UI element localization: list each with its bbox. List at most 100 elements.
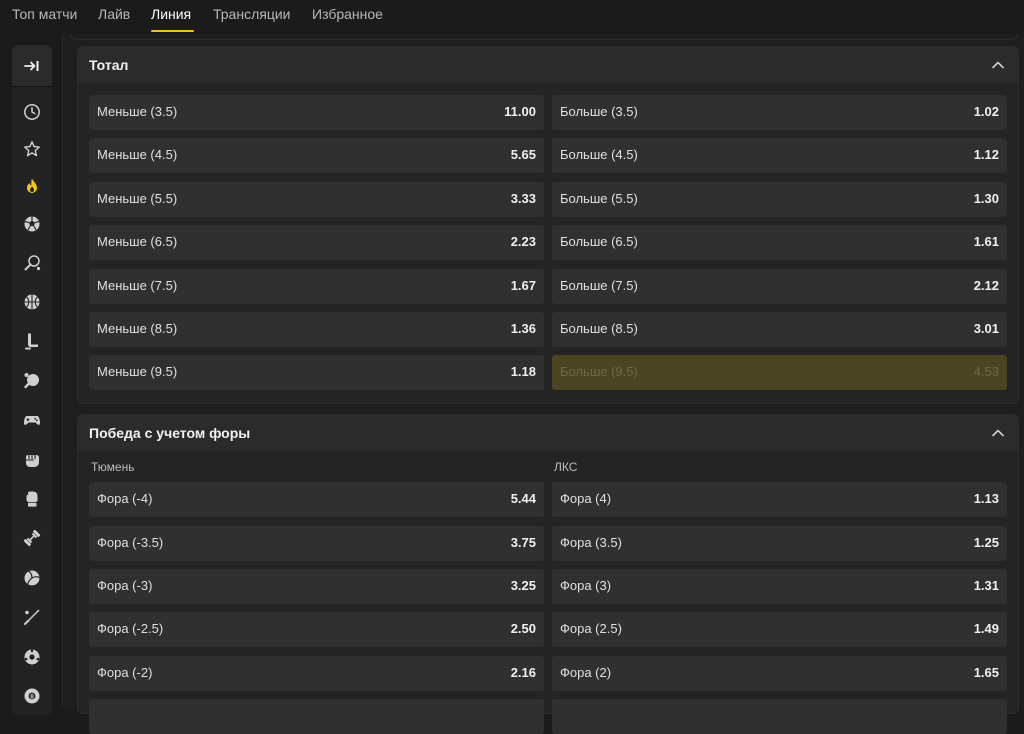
odd-label: Больше (3.5) [560,104,638,119]
odd-handicap-team1[interactable]: Фора (-2.5) 2.50 [89,612,544,647]
odd-value: 1.30 [973,191,999,206]
tab-favorites[interactable]: Избранное [312,6,383,22]
odd-label: Фора (-4) [97,491,153,506]
odd-label: Фора (3) [560,578,612,593]
odd-label: Больше (5.5) [560,191,638,206]
tab-line[interactable]: Линия [151,6,191,22]
odd-value: 3.25 [510,578,536,593]
odd-label: Фора (-3) [97,578,153,593]
odd-handicap-team2[interactable]: Фора (2.5) 1.49 [552,612,1007,647]
odd-under-6-5[interactable]: Меньше (6.5) 2.23 [89,225,544,260]
odd-value: 3.01 [973,321,999,336]
odd-value: 1.12 [973,147,999,162]
odd-handicap-team1[interactable]: Фора (-2) 2.16 [89,656,544,691]
odd-over-5-5[interactable]: Больше (5.5) 1.30 [552,182,1007,217]
odd-label: Больше (9.5) [560,364,638,379]
odd-label: Меньше (6.5) [97,234,178,249]
odd-label: Фора (-3.5) [97,535,164,550]
total-panel-header[interactable]: Тотал [78,47,1018,83]
fist-icon[interactable] [22,450,42,470]
total-title: Тотал [89,57,129,73]
odd-handicap-team2[interactable]: Фора (4) 1.13 [552,482,1007,517]
odd-label: Фора (-2.5) [97,621,164,636]
soccer-ball-icon[interactable] [22,647,42,667]
hockey-icon[interactable] [22,331,42,351]
baseball-icon[interactable] [22,607,42,627]
odd-value: 2.12 [973,278,999,293]
table-tennis-icon[interactable] [22,370,42,390]
tennis-icon[interactable] [22,253,42,273]
odd-value: 5.65 [510,147,536,162]
odd-value: 4.53 [973,364,999,379]
tab-live[interactable]: Лайв [98,6,130,22]
odd-value: 3.75 [510,535,536,550]
boxing-glove-icon[interactable] [22,489,42,509]
odd-label: Меньше (7.5) [97,278,178,293]
odd-value: 1.49 [973,621,999,636]
odd-value: 2.16 [510,665,536,680]
odd-handicap-team1[interactable]: Фора (-3.5) 3.75 [89,526,544,561]
odd-handicap-team2-partial[interactable] [552,699,1007,734]
odd-value: 1.31 [973,578,999,593]
odd-over-3-5[interactable]: Больше (3.5) 1.02 [552,95,1007,130]
odd-handicap-team1[interactable]: Фора (-4) 5.44 [89,482,544,517]
odd-label: Больше (4.5) [560,147,638,162]
odd-value: 1.02 [973,104,999,119]
basketball-icon[interactable] [22,292,42,312]
odd-label: Фора (2.5) [560,621,622,636]
odd-value: 2.50 [510,621,536,636]
football-icon[interactable] [22,214,42,234]
handicap-panel: Победа с учетом форы Тюмень ЛКС Фора (-4… [77,414,1019,734]
odd-label: Фора (3.5) [560,535,622,550]
odd-under-4-5[interactable]: Меньше (4.5) 5.65 [89,138,544,173]
previous-section-bottom [70,34,1018,40]
odd-label: Фора (-2) [97,665,153,680]
odd-value: 2.23 [510,234,536,249]
odd-under-8-5[interactable]: Меньше (8.5) 1.36 [89,312,544,347]
total-panel: Тотал Меньше (3.5) 11.00 Больше (3.5) 1.02… [77,46,1019,404]
star-icon[interactable] [22,139,42,159]
gamepad-icon[interactable] [22,410,42,430]
team2-name: ЛКС [554,460,578,474]
odd-value: 1.25 [973,535,999,550]
odd-handicap-team1-partial[interactable] [89,699,544,734]
odd-over-4-5[interactable]: Больше (4.5) 1.12 [552,138,1007,173]
odd-handicap-team2[interactable]: Фора (3.5) 1.25 [552,526,1007,561]
active-tab-indicator [151,30,194,32]
handicap-panel-header[interactable]: Победа с учетом форы [78,415,1018,451]
chevron-up-icon[interactable] [990,425,1006,441]
odd-label: Фора (4) [560,491,612,506]
sports-sidebar: 8 [12,45,52,715]
odd-under-3-5[interactable]: Меньше (3.5) 11.00 [89,95,544,130]
dumbbell-icon[interactable] [22,528,42,548]
odd-handicap-team2[interactable]: Фора (2) 1.65 [552,656,1007,691]
odd-label: Меньше (8.5) [97,321,178,336]
odd-value: 1.61 [973,234,999,249]
chevron-up-icon[interactable] [990,57,1006,73]
odd-label: Фора (2) [560,665,612,680]
fire-icon[interactable] [22,176,42,196]
odd-over-6-5[interactable]: Больше (6.5) 1.61 [552,225,1007,260]
clock-icon[interactable] [22,102,42,122]
odd-label: Больше (8.5) [560,321,638,336]
top-navigation: Топ матчи Лайв Линия Трансляции Избранно… [0,0,1024,34]
odd-under-5-5[interactable]: Меньше (5.5) 3.33 [89,182,544,217]
odd-under-7-5[interactable]: Меньше (7.5) 1.67 [89,269,544,304]
tab-top-matches[interactable]: Топ матчи [12,6,77,22]
tab-broadcasts[interactable]: Трансляции [213,6,290,22]
billiards-icon[interactable]: 8 [22,686,42,706]
volleyball-icon[interactable] [22,568,42,588]
odd-handicap-team2[interactable]: Фора (3) 1.31 [552,569,1007,604]
sidebar-toggle-button[interactable] [12,45,52,87]
odd-value: 1.36 [510,321,536,336]
odd-under-9-5[interactable]: Меньше (9.5) 1.18 [89,355,544,390]
odd-over-7-5[interactable]: Больше (7.5) 2.12 [552,269,1007,304]
odd-label: Меньше (5.5) [97,191,178,206]
odd-value: 3.33 [510,191,536,206]
handicap-title: Победа с учетом форы [89,425,251,441]
odd-over-8-5[interactable]: Больше (8.5) 3.01 [552,312,1007,347]
odd-label: Больше (6.5) [560,234,638,249]
odd-value: 5.44 [510,491,536,506]
odd-label: Меньше (4.5) [97,147,178,162]
odd-handicap-team1[interactable]: Фора (-3) 3.25 [89,569,544,604]
